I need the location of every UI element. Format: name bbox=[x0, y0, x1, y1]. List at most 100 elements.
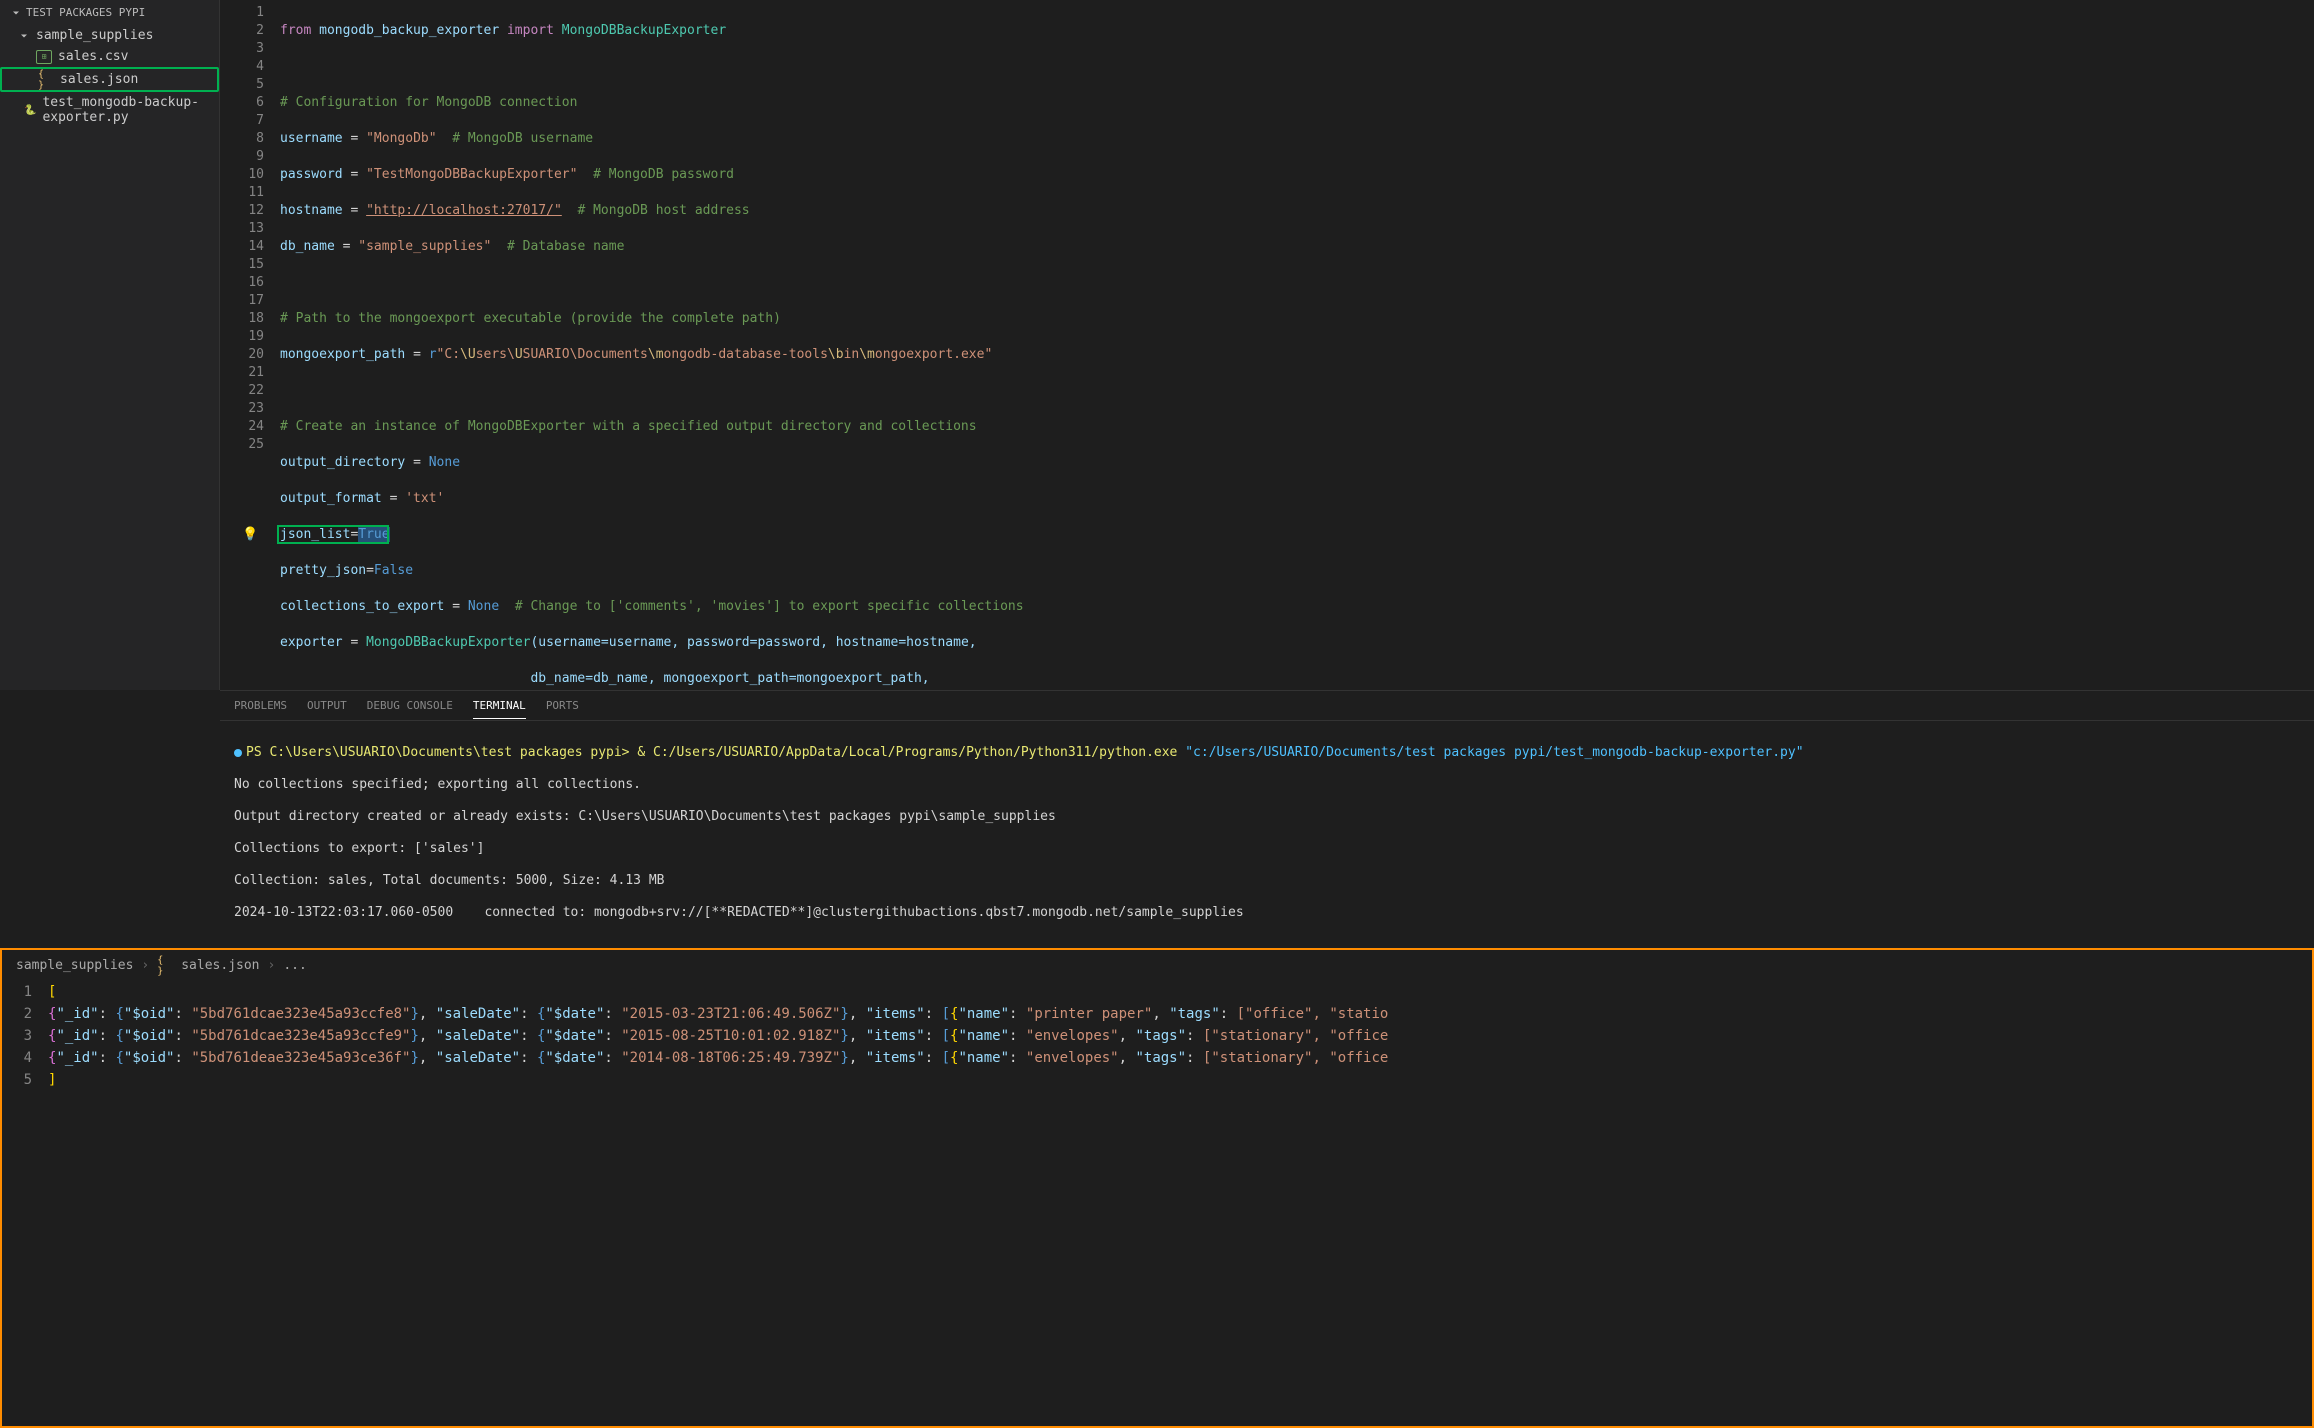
string: ongodb-database-tools bbox=[664, 347, 828, 362]
line-number: 4 bbox=[220, 58, 264, 76]
bool: False bbox=[374, 563, 413, 578]
json-line: [ bbox=[48, 981, 2312, 1003]
chevron-down-icon bbox=[10, 7, 22, 19]
string: "http://localhost:27017/" bbox=[366, 203, 562, 218]
comment: # Database name bbox=[507, 239, 624, 254]
line-number: 21 bbox=[220, 364, 264, 382]
csv-file-icon: ⊞ bbox=[36, 50, 52, 64]
variable: pretty_json bbox=[280, 563, 366, 578]
explorer-sidebar: TEST PACKAGES PYPI sample_supplies ⊞ sal… bbox=[0, 0, 220, 690]
terminal-line: No collections specified; exporting all … bbox=[234, 777, 2300, 793]
line-number: 2 bbox=[220, 22, 264, 40]
python-file-icon: 🐍 bbox=[24, 103, 36, 117]
string: "sample_supplies" bbox=[358, 239, 491, 254]
class: MongoDBBackupExporter bbox=[366, 635, 530, 650]
terminal-line: 2024-10-13T22:03:17.060-0500 connected t… bbox=[234, 905, 2300, 921]
variable: collections_to_export bbox=[280, 599, 444, 614]
sidebar-folder[interactable]: sample_supplies bbox=[0, 25, 219, 46]
variable: exporter bbox=[280, 635, 343, 650]
json-code[interactable]: [{"_id": {"$oid": "5bd761dcae323e45a93cc… bbox=[48, 981, 2312, 1091]
variable: password bbox=[280, 167, 343, 182]
json-line: {"_id": {"$oid": "5bd761dcae323e45a93ccf… bbox=[48, 1003, 2312, 1025]
line-number: 25 bbox=[220, 436, 264, 454]
tab-problems[interactable]: PROBLEMS bbox=[234, 699, 287, 718]
variable: db_name bbox=[280, 239, 335, 254]
chevron-down-icon bbox=[18, 30, 30, 42]
line-number: 18 bbox=[220, 310, 264, 328]
keyword: import bbox=[507, 23, 554, 38]
args: (username=username, password=password, h… bbox=[530, 635, 976, 650]
sidebar-section-header[interactable]: TEST PACKAGES PYPI bbox=[0, 0, 219, 25]
tab-debug-console[interactable]: DEBUG CONSOLE bbox=[367, 699, 453, 718]
escape: \b bbox=[828, 347, 844, 362]
breadcrumb-item[interactable]: sales.json bbox=[181, 958, 259, 973]
json-file-icon: { } bbox=[38, 73, 54, 87]
comment: # Configuration for MongoDB connection bbox=[280, 95, 577, 110]
tab-terminal[interactable]: TERMINAL bbox=[473, 699, 526, 719]
terminal-content[interactable]: PS C:\Users\USUARIO\Documents\test packa… bbox=[220, 721, 2314, 930]
line-number: 20 bbox=[220, 346, 264, 364]
terminal-prompt: PS C:\Users\USUARIO\Documents\test packa… bbox=[246, 745, 630, 760]
breadcrumb[interactable]: sample_supplies › { } sales.json › ... bbox=[2, 950, 2312, 981]
variable: mongoexport_path bbox=[280, 347, 405, 362]
tab-output[interactable]: OUTPUT bbox=[307, 699, 347, 718]
sidebar-file-json-highlighted[interactable]: { } sales.json bbox=[0, 67, 219, 92]
string: SUARIO\Documents bbox=[523, 347, 648, 362]
prefix: r bbox=[429, 347, 437, 362]
line-number: 6 bbox=[220, 94, 264, 112]
sidebar-file-py[interactable]: 🐍 test_mongodb-backup-exporter.py bbox=[0, 92, 219, 128]
line-number-gutter: 1 2 3 4 5 6 7 8 9 10 11 12 13 14 15 16 1… bbox=[220, 0, 280, 690]
comment: # Change to ['comments', 'movies'] to ex… bbox=[515, 599, 1024, 614]
json-editor[interactable]: 1 2 3 4 5 [{"_id": {"$oid": "5bd761dcae3… bbox=[2, 981, 2312, 1091]
line-number: 3 bbox=[2, 1025, 32, 1047]
none: None bbox=[468, 599, 499, 614]
keyword: from bbox=[280, 23, 311, 38]
line-number: 1 bbox=[2, 981, 32, 1003]
escape: U bbox=[515, 347, 523, 362]
comment: # MongoDB username bbox=[452, 131, 593, 146]
line-number: 7 bbox=[220, 112, 264, 130]
line-number: 2 bbox=[2, 1003, 32, 1025]
folder-name: sample_supplies bbox=[36, 28, 153, 43]
line-number: 9 bbox=[220, 148, 264, 166]
tab-ports[interactable]: PORTS bbox=[546, 699, 579, 718]
json-line: {"_id": {"$oid": "5bd761deae323e45a93ce3… bbox=[48, 1047, 2312, 1069]
line-number: 4 bbox=[2, 1047, 32, 1069]
code-content[interactable]: from mongodb_backup_exporter import Mong… bbox=[280, 0, 2314, 690]
highlight-annotation bbox=[277, 525, 389, 544]
breadcrumb-item[interactable]: ... bbox=[283, 958, 306, 973]
string: "MongoDb" bbox=[366, 131, 436, 146]
file-name: sales.csv bbox=[58, 49, 128, 64]
editor-area: 1 2 3 4 5 6 7 8 9 10 11 12 13 14 15 16 1… bbox=[220, 0, 2314, 690]
line-number: 5 bbox=[220, 76, 264, 94]
line-number: 16 bbox=[220, 274, 264, 292]
terminal-line: Collection: sales, Total documents: 5000… bbox=[234, 873, 2300, 889]
module: mongodb_backup_exporter bbox=[319, 23, 499, 38]
comment: # MongoDB password bbox=[593, 167, 734, 182]
string: sers\ bbox=[476, 347, 515, 362]
json-line: ] bbox=[48, 1069, 2312, 1091]
chevron-right-icon: › bbox=[268, 958, 276, 973]
lightbulb-icon[interactable]: 💡 bbox=[242, 526, 258, 544]
comment: # Create an instance of MongoDBExporter … bbox=[280, 419, 977, 434]
line-number: 24 bbox=[220, 418, 264, 436]
json-line: {"_id": {"$oid": "5bd761dcae323e45a93ccf… bbox=[48, 1025, 2312, 1047]
breadcrumb-item[interactable]: sample_supplies bbox=[16, 958, 133, 973]
string: ongoexport.exe" bbox=[875, 347, 992, 362]
line-number: 3 bbox=[220, 40, 264, 58]
json-preview-panel: sample_supplies › { } sales.json › ... 1… bbox=[0, 948, 2314, 1428]
variable: output_directory bbox=[280, 455, 405, 470]
panel-tabs: PROBLEMS OUTPUT DEBUG CONSOLE TERMINAL P… bbox=[220, 691, 2314, 721]
line-number: 13 bbox=[220, 220, 264, 238]
line-number: 22 bbox=[220, 382, 264, 400]
line-number: 5 bbox=[2, 1069, 32, 1091]
line-number: 19 bbox=[220, 328, 264, 346]
line-number: 14 bbox=[220, 238, 264, 256]
comment: # Path to the mongoexport executable (pr… bbox=[280, 311, 781, 326]
variable: output_format bbox=[280, 491, 382, 506]
bottom-panel: PROBLEMS OUTPUT DEBUG CONSOLE TERMINAL P… bbox=[220, 690, 2314, 930]
line-number: 12 bbox=[220, 202, 264, 220]
escape: \m bbox=[648, 347, 664, 362]
sidebar-file-csv[interactable]: ⊞ sales.csv bbox=[0, 46, 219, 67]
chevron-right-icon: › bbox=[141, 958, 149, 973]
